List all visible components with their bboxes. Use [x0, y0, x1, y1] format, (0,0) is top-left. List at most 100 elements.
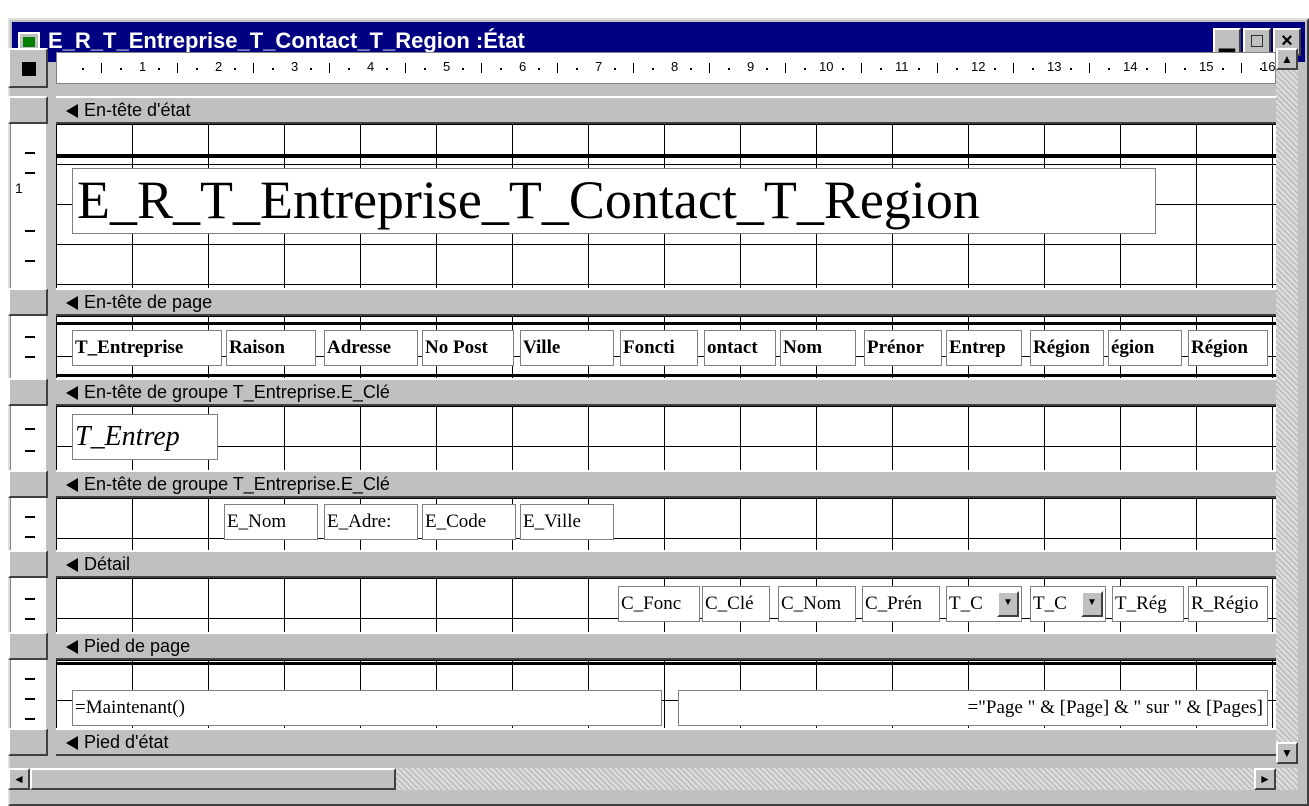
scroll-left-button[interactable]: ◄ [8, 768, 30, 790]
column-label[interactable]: Raison [226, 330, 316, 366]
column-label[interactable]: Prénor [864, 330, 942, 366]
ruler-dot [918, 68, 920, 70]
ruler-dot [1146, 68, 1148, 70]
horizontal-ruler[interactable]: 1 2 3 4 5 6 7 8 9 10 11 12 13 14 15 16 [56, 52, 1276, 84]
ruler-dot [652, 68, 654, 70]
group-field-entreprise[interactable]: T_Entrep [72, 414, 218, 460]
ruler-dot [994, 68, 996, 70]
column-label[interactable]: Foncti [620, 330, 698, 366]
section-bar-detail[interactable]: Détail [56, 550, 1276, 578]
field-textbox[interactable]: E_Nom [224, 504, 318, 540]
detail-area[interactable]: C_Fonc C_Clé C_Nom C_Prén T_C ▼ T_C ▼ T_Ré… [56, 578, 1276, 632]
scroll-down-button[interactable]: ▼ [1276, 742, 1298, 764]
section-bar-report-header[interactable]: En-tête d'état [56, 96, 1276, 124]
ruler-dot [424, 68, 426, 70]
field-textbox[interactable]: E_Ville [520, 504, 614, 540]
report-title-label[interactable]: E_R_T_Entreprise_T_Contact_T_Region [72, 168, 1156, 234]
ruler-mark: 2 [215, 59, 223, 74]
column-label[interactable]: ontact [704, 330, 776, 366]
section-selector[interactable] [8, 728, 48, 756]
section-selector[interactable] [8, 470, 48, 498]
ruler-mark: 14 [1123, 59, 1138, 74]
ruler-dot [1032, 68, 1034, 70]
column-label[interactable]: Entrep [946, 330, 1022, 366]
ruler-dot [1260, 68, 1262, 70]
group-header-1-area[interactable]: T_Entrep [56, 406, 1276, 470]
ruler-tick [25, 698, 35, 700]
section-bar-page-header[interactable]: En-tête de page [56, 288, 1276, 316]
field-textbox[interactable]: T_Rég [1112, 586, 1184, 622]
page-header-area[interactable]: T_Entreprise Raison Adresse No Post Vill… [56, 316, 1276, 378]
section-bar-page-footer[interactable]: Pied de page [56, 632, 1276, 660]
combo-box[interactable]: T_C ▼ [946, 586, 1022, 622]
dropdown-arrow-icon[interactable]: ▼ [997, 591, 1019, 617]
column-label[interactable]: Région [1030, 330, 1104, 366]
ruler-segment [10, 578, 46, 632]
section-title: Pied d'état [84, 732, 169, 752]
field-textbox[interactable]: C_Prén [862, 586, 940, 622]
section-bar-group-header-2[interactable]: En-tête de groupe T_Entreprise.E_Clé [56, 470, 1276, 498]
group-header-2-area[interactable]: E_Nom E_Adre: E_Code E_Ville [56, 498, 1276, 550]
column-label[interactable]: Nom [780, 330, 856, 366]
field-textbox[interactable]: C_Clé [702, 586, 770, 622]
ruler-dot [348, 68, 350, 70]
vertical-scrollbar[interactable]: ▲ ▼ [1276, 48, 1298, 764]
section-selector[interactable] [8, 96, 48, 124]
report-header-area[interactable]: E_R_T_Entreprise_T_Contact_T_Region [56, 124, 1276, 288]
ruler-tick [253, 63, 254, 73]
section-selector[interactable] [8, 378, 48, 406]
section-bar-report-footer[interactable]: Pied d'état [56, 728, 1276, 756]
ruler-mark: 1 [139, 59, 147, 74]
header-top-rule [56, 322, 1276, 325]
section-title: En-tête de groupe T_Entreprise.E_Clé [84, 382, 390, 402]
ruler-tick [329, 63, 330, 73]
ruler-mark: 11 [895, 59, 909, 74]
section-label: Détail [66, 554, 130, 575]
ruler-tick [1013, 63, 1014, 73]
section-selector[interactable] [8, 632, 48, 660]
select-report-button[interactable] [8, 48, 48, 88]
ruler-dot [766, 68, 768, 70]
section-arrow-icon [66, 296, 78, 311]
section-label: En-tête de page [66, 292, 212, 313]
field-textbox[interactable]: C_Nom [778, 586, 856, 622]
field-textbox[interactable]: R_Régio [1188, 586, 1268, 622]
ruler-dot [386, 68, 388, 70]
ruler-dot [158, 68, 160, 70]
date-textbox[interactable]: =Maintenant() [72, 690, 662, 726]
ruler-tick [25, 428, 35, 430]
report-design-surface[interactable]: En-tête d'état E_R_T_Entreprise_T_Contac… [56, 96, 1276, 764]
page-number-textbox[interactable]: ="Page " & [Page] & " sur " & [Pages] [678, 690, 1268, 726]
field-textbox[interactable]: C_Fonc [618, 586, 700, 622]
vertical-ruler[interactable]: 1 [8, 96, 48, 764]
ruler-tick [1089, 63, 1090, 73]
section-bar-group-header-1[interactable]: En-tête de groupe T_Entreprise.E_Clé [56, 378, 1276, 406]
horizontal-scroll-thumb[interactable] [30, 768, 396, 790]
column-label[interactable]: Région [1188, 330, 1268, 366]
column-label[interactable]: Ville [520, 330, 614, 366]
column-label[interactable]: Adresse [324, 330, 418, 366]
ruler-tick [481, 63, 482, 73]
page-footer-area[interactable]: =Maintenant() ="Page " & [Page] & " sur … [56, 660, 1276, 728]
footer-rule [56, 662, 1276, 665]
section-arrow-icon [66, 478, 78, 493]
section-selector[interactable] [8, 550, 48, 578]
section-title: Détail [84, 554, 131, 574]
scroll-up-button[interactable]: ▲ [1276, 48, 1298, 70]
ruler-dot [82, 68, 84, 70]
ruler-dot [956, 68, 958, 70]
ruler-dot [690, 68, 692, 70]
combo-box[interactable]: T_C ▼ [1030, 586, 1106, 622]
section-label: Pied d'état [66, 732, 169, 753]
field-textbox[interactable]: E_Code [422, 504, 516, 540]
column-label[interactable]: égion [1108, 330, 1182, 366]
ruler-tick [25, 230, 35, 232]
field-textbox[interactable]: E_Adre: [324, 504, 418, 540]
column-label[interactable]: T_Entreprise [72, 330, 222, 366]
column-label[interactable]: No Post [422, 330, 514, 366]
scroll-right-button[interactable]: ► [1254, 768, 1276, 790]
dropdown-arrow-icon[interactable]: ▼ [1081, 591, 1103, 617]
ruler-mark: 6 [519, 59, 527, 74]
section-selector[interactable] [8, 288, 48, 316]
horizontal-scrollbar[interactable]: ◄ ► [8, 768, 1298, 790]
